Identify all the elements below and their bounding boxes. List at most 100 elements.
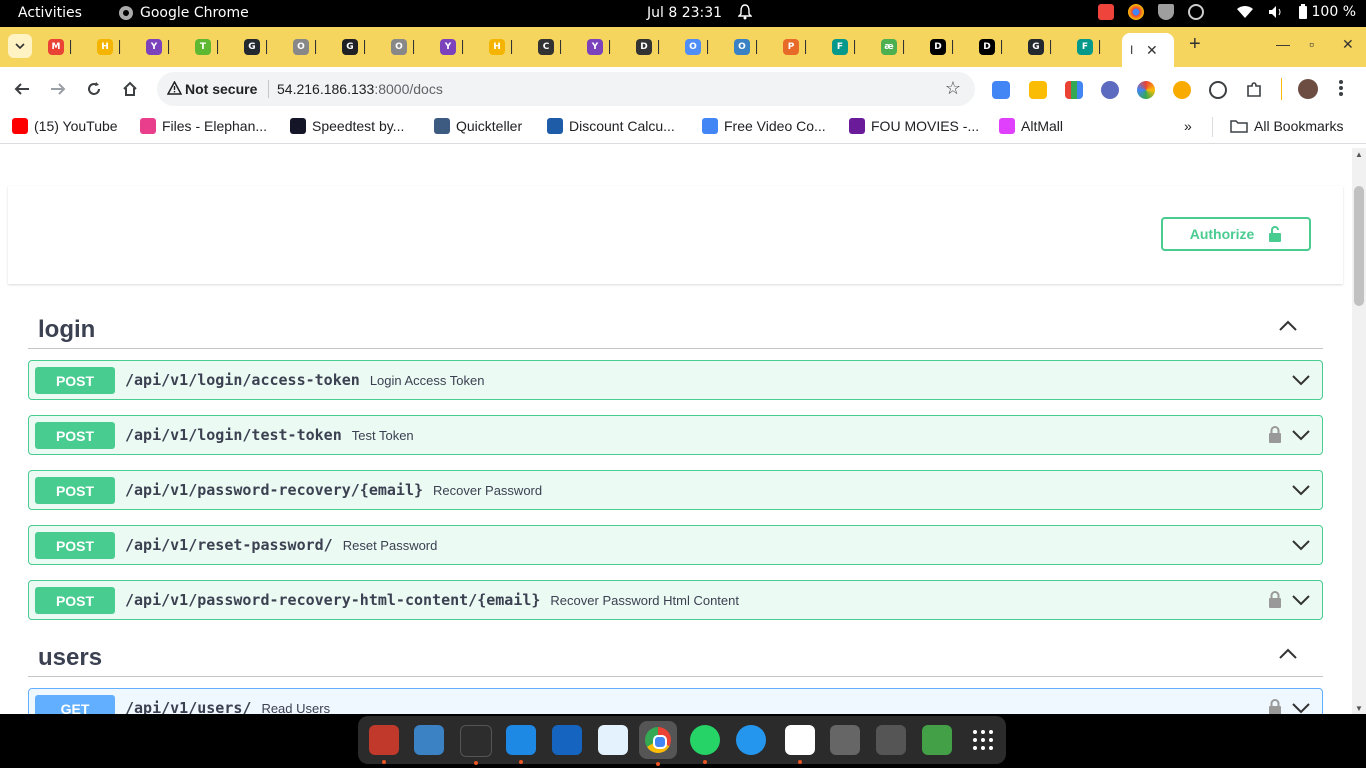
bookmark-item[interactable]: (15) YouTube — [12, 118, 118, 134]
clock[interactable]: Jul 8 23:31 — [647, 5, 722, 21]
badge-extension-icon[interactable] — [1173, 81, 1191, 99]
system-monitor-icon[interactable] — [552, 725, 582, 755]
section-header-users[interactable]: users — [28, 636, 1323, 677]
aws-toolkit-icon[interactable] — [785, 725, 815, 764]
battery-icon[interactable] — [1298, 4, 1308, 20]
browser-tab[interactable]: G ▏ — [240, 33, 289, 61]
bookmark-star-icon[interactable]: ☆ — [945, 78, 961, 99]
anydesk-icon[interactable] — [1097, 4, 1114, 20]
section-header-login[interactable]: login — [28, 308, 1323, 349]
translate-extension-icon[interactable] — [992, 81, 1010, 99]
bookmark-item[interactable]: Discount Calcu... — [547, 118, 675, 134]
new-tab-button[interactable]: + — [1189, 33, 1201, 56]
profile-avatar[interactable] — [1298, 79, 1318, 99]
authorize-operation-button[interactable] — [1268, 591, 1282, 611]
authorize-operation-button[interactable] — [1268, 699, 1282, 715]
operation-row[interactable]: POST/api/v1/reset-password/Reset Passwor… — [28, 525, 1323, 565]
grid-extension-icon[interactable] — [1065, 81, 1083, 99]
chrome-dock-icon[interactable] — [639, 721, 677, 766]
minimize-button[interactable]: — — [1276, 36, 1290, 52]
browser-tab[interactable]: C ▏ — [534, 33, 583, 61]
show-apps-icon[interactable] — [968, 725, 998, 755]
bookmark-item[interactable]: Files - Elephan... — [140, 118, 267, 134]
browser-tab[interactable]: P ▏ — [779, 33, 828, 61]
app-menu[interactable]: Google Chrome — [118, 5, 249, 21]
sync-icon[interactable] — [1187, 4, 1204, 20]
system-tray[interactable]: 100 % — [1097, 4, 1356, 20]
scroll-up-icon[interactable]: ▲ — [1355, 150, 1363, 159]
browser-tab[interactable]: D ▏ — [632, 33, 681, 61]
scroll-down-icon[interactable]: ▼ — [1355, 704, 1363, 713]
vscode-icon[interactable] — [506, 725, 536, 764]
browser-tab[interactable]: æ ▏ — [877, 33, 926, 61]
operation-row[interactable]: GET/api/v1/users/Read Users — [28, 688, 1323, 715]
browser-tab[interactable]: H ▏ — [485, 33, 534, 61]
expand-operation-button[interactable] — [1292, 594, 1310, 609]
reload-button[interactable] — [82, 77, 106, 101]
browser-tab[interactable]: Y ▏ — [142, 33, 191, 61]
expand-operation-button[interactable] — [1292, 484, 1310, 499]
bookmark-item[interactable]: Quickteller — [434, 118, 522, 134]
all-bookmarks-button[interactable]: All Bookmarks — [1230, 118, 1343, 134]
keep-extension-icon[interactable] — [1029, 81, 1047, 99]
browser-tab[interactable]: O ▏ — [681, 33, 730, 61]
address-bar[interactable]: Not secure 54.216.186.133:8000/docs ☆ — [157, 72, 975, 106]
color-wheel-extension-icon[interactable] — [1137, 81, 1155, 99]
forward-button[interactable] — [46, 77, 70, 101]
url-text[interactable]: 54.216.186.133:8000/docs — [277, 81, 443, 97]
collapse-section-button[interactable] — [1279, 320, 1297, 335]
chrome-menu-icon[interactable] — [1338, 79, 1356, 97]
bookmark-item[interactable]: Speedtest by... — [290, 118, 404, 134]
browser-tab[interactable]: Y ▏ — [583, 33, 632, 61]
expand-operation-button[interactable] — [1292, 374, 1310, 389]
extensions-puzzle-icon[interactable] — [1245, 81, 1263, 99]
terminal-icon[interactable] — [460, 725, 492, 765]
collapse-section-button[interactable] — [1279, 648, 1297, 663]
close-window-button[interactable]: ✕ — [1342, 36, 1354, 53]
browser-tab[interactable]: H ▏ — [93, 33, 142, 61]
wifi-icon[interactable] — [1236, 5, 1254, 19]
browser-tab[interactable]: G ▏ — [338, 33, 387, 61]
speed-extension-icon[interactable] — [1209, 81, 1227, 99]
browser-tab[interactable]: F ▏ — [1073, 33, 1122, 61]
browser-tab[interactable]: G ▏ — [1024, 33, 1073, 61]
bookmark-item[interactable]: Free Video Co... — [702, 118, 826, 134]
volume-icon[interactable] — [1268, 5, 1284, 19]
bookmark-item[interactable]: AltMall — [999, 118, 1063, 134]
expand-operation-button[interactable] — [1292, 429, 1310, 444]
scrollbar-thumb[interactable] — [1354, 186, 1364, 306]
notification-bell-icon[interactable] — [738, 4, 752, 20]
text-editor-icon[interactable] — [414, 725, 444, 755]
browser-tab[interactable]: O ▏ — [387, 33, 436, 61]
bookmark-item[interactable]: FOU MOVIES -... — [849, 118, 979, 134]
back-button[interactable] — [10, 77, 34, 101]
maximize-button[interactable]: ▫ — [1309, 36, 1314, 52]
shield-icon[interactable] — [1157, 4, 1174, 20]
notes-app-icon[interactable] — [598, 725, 628, 755]
home-button[interactable] — [118, 77, 142, 101]
authorize-operation-button[interactable] — [1268, 426, 1282, 446]
docker-icon[interactable] — [736, 725, 766, 755]
browser-tab[interactable]: D ▏ — [975, 33, 1024, 61]
browser-tab[interactable]: O ▏ — [289, 33, 338, 61]
warning-icon[interactable] — [167, 81, 182, 95]
trash-icon[interactable] — [922, 725, 952, 755]
ssd-icon[interactable] — [876, 725, 906, 755]
browser-tab[interactable]: Y ▏ — [436, 33, 485, 61]
disks-icon[interactable] — [830, 725, 860, 755]
active-tab[interactable]: I ✕ — [1122, 33, 1174, 67]
whatsapp-icon[interactable] — [690, 725, 720, 764]
authorize-button[interactable]: Authorize — [1161, 217, 1311, 251]
close-tab-icon[interactable]: ✕ — [1146, 42, 1158, 59]
tab-search-button[interactable] — [8, 34, 32, 58]
more-bookmarks-button[interactable]: » — [1184, 118, 1192, 134]
expand-operation-button[interactable] — [1292, 539, 1310, 554]
chrome-tray-icon[interactable] — [1127, 4, 1144, 20]
gear-extension-icon[interactable] — [1101, 81, 1119, 99]
page-scrollbar[interactable]: ▲ ▼ — [1352, 148, 1366, 715]
files-app-icon[interactable] — [369, 725, 399, 764]
browser-tab[interactable]: D ▏ — [926, 33, 975, 61]
operation-row[interactable]: POST/api/v1/password-recovery/{email} Rec… — [28, 470, 1323, 510]
activities-button[interactable]: Activities — [18, 5, 82, 21]
security-status[interactable]: Not secure — [185, 81, 257, 97]
